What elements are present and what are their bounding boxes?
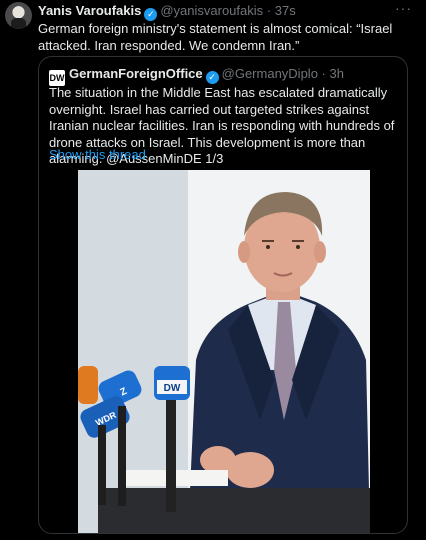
verified-badge-icon: ✓ [205, 71, 219, 84]
photo-illustration: DW Z WDR [78, 170, 370, 533]
quoted-tweet[interactable]: DW GermanForeignOffice ✓ @GermanyDiplo · 3h… [38, 56, 408, 534]
separator-dot: · [266, 3, 272, 18]
quoted-header: DW GermanForeignOffice ✓ @GermanyDiplo · 3h [49, 66, 344, 86]
separator-dot: · [321, 66, 326, 81]
show-thread-link[interactable]: Show this thread [49, 147, 146, 162]
avatar[interactable] [5, 2, 32, 29]
author-handle[interactable]: @yanisvaroufakis [160, 3, 263, 18]
quoted-author-name[interactable]: GermanForeignOffice [69, 66, 203, 81]
tweet-header: Yanis Varoufakis ✓ @yanisvaroufakis · 37s [38, 3, 396, 21]
timestamp[interactable]: 37s [275, 3, 296, 18]
press-conference-photo[interactable]: DW Z WDR [78, 170, 370, 533]
tweet-text: German foreign ministry's statement is a… [38, 21, 393, 53]
quoted-author-handle[interactable]: @GermanyDiplo [222, 66, 318, 81]
mic-label-dw: DW [164, 383, 181, 394]
quoted-timestamp[interactable]: 3h [330, 66, 344, 81]
author-name[interactable]: Yanis Varoufakis [38, 3, 141, 18]
more-options-icon[interactable]: ··· [395, 0, 412, 16]
dw-logo-icon: DW [49, 70, 65, 86]
